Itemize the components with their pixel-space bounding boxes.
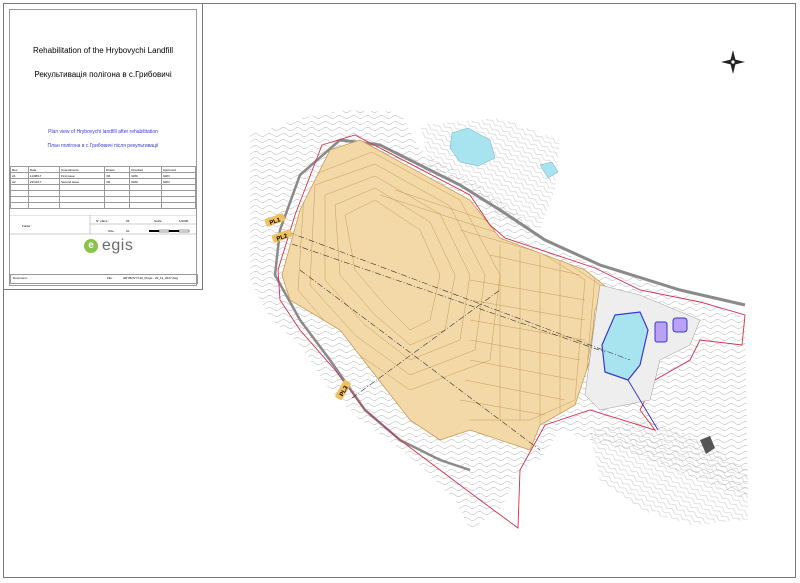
revision-table: Rev Date Amendments Drawn Checked Approv… [10, 166, 197, 209]
file-label: File : [107, 276, 114, 280]
north-arrow-icon [721, 50, 745, 74]
project-title-ua: Рекультивація полігона в с.Грибовичі [34, 70, 172, 79]
sheet-title-en: Plan view of Hrybovychi landfill after r… [48, 129, 158, 135]
project-title-en: Rehabilitation of the Hrybovychi Landfil… [32, 46, 174, 55]
file-value: HRYBOVYCHI_Projet - 20_12_2017.dwg [123, 276, 178, 280]
egis-logo-icon: e [84, 239, 98, 253]
rehabilitated-landfill [281, 139, 611, 451]
small-basin-2 [672, 317, 688, 333]
site-plan-map: PL1 PL2 PL3 [250, 50, 748, 530]
title-block-grid-lines [10, 215, 196, 235]
document-footer: Document : File : HRYBOVYCHI_Projet - 20… [10, 274, 198, 284]
table-row [10, 202, 197, 209]
sheet-title-ua: План полігона в с.Грибовичі після рекуль… [47, 143, 159, 149]
small-basin-1 [654, 321, 668, 343]
egis-logo: e egis [84, 237, 133, 255]
egis-logo-text: egis [102, 237, 134, 254]
document-label: Document : [13, 276, 29, 280]
map-frame: PL1 PL2 PL3 [203, 3, 796, 578]
title-block: Rehabilitation of the Hrybovychi Landfil… [3, 3, 203, 290]
